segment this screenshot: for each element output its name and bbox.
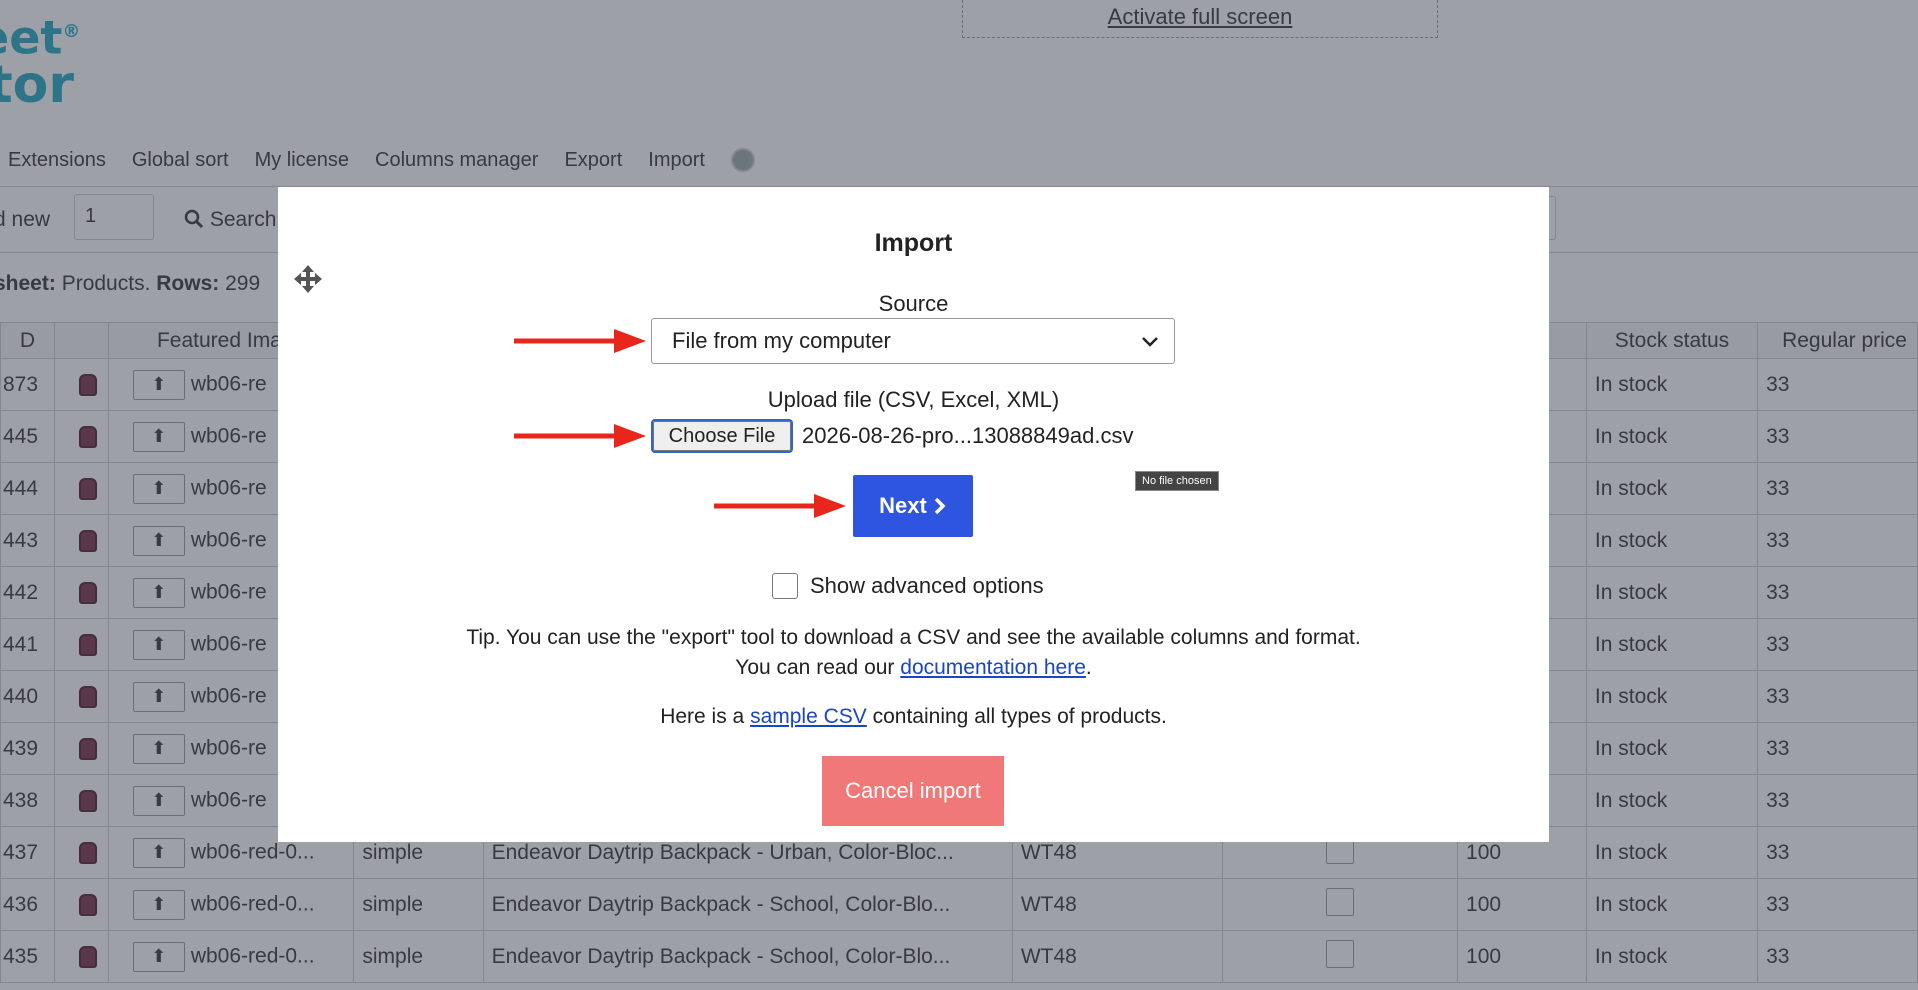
- upload-file-label: Upload file (CSV, Excel, XML): [767, 387, 1060, 412]
- chevron-down-icon: [1142, 337, 1158, 347]
- sample-text: Here is a sample CSV containing all type…: [278, 705, 1549, 729]
- source-selected-value: File from my computer: [672, 328, 891, 353]
- tip-line-2-after: .: [1085, 656, 1092, 679]
- next-label: Next: [879, 493, 927, 518]
- documentation-link[interactable]: documentation here: [900, 656, 1086, 679]
- source-select[interactable]: File from my computer: [651, 318, 1175, 364]
- red-arrow-icon: [714, 494, 846, 518]
- tip-text: Tip. You can use the "export" tool to do…: [278, 623, 1549, 683]
- file-input-tooltip: No file chosen: [1135, 471, 1219, 491]
- selected-file-name: 2026-08-26-pro...13088849ad.csv: [802, 423, 1134, 448]
- tip-line-1: Tip. You can use the "export" tool to do…: [466, 626, 1361, 649]
- chevron-right-icon: [934, 497, 946, 515]
- modal-title: Import: [874, 229, 953, 257]
- sample-after: containing all types of products.: [866, 705, 1167, 728]
- red-arrow-icon: [514, 329, 646, 353]
- sample-before: Here is a: [660, 705, 751, 728]
- source-label: Source: [878, 291, 949, 316]
- import-modal: Import Source File from my computer Uplo…: [278, 187, 1549, 842]
- tip-line-2: You can read our documentation here.: [278, 653, 1549, 683]
- sample-csv-link[interactable]: sample CSV: [750, 705, 867, 728]
- choose-file-button[interactable]: Choose File: [651, 419, 793, 453]
- cancel-import-button[interactable]: Cancel import: [822, 756, 1004, 826]
- show-advanced-options-checkbox[interactable]: [772, 573, 798, 599]
- red-arrow-icon: [514, 424, 646, 448]
- advanced-options-row: Show advanced options: [772, 573, 1044, 599]
- tip-line-2-before: You can read our: [735, 656, 901, 679]
- advanced-options-label[interactable]: Show advanced options: [810, 573, 1044, 599]
- next-button[interactable]: Next: [853, 475, 973, 537]
